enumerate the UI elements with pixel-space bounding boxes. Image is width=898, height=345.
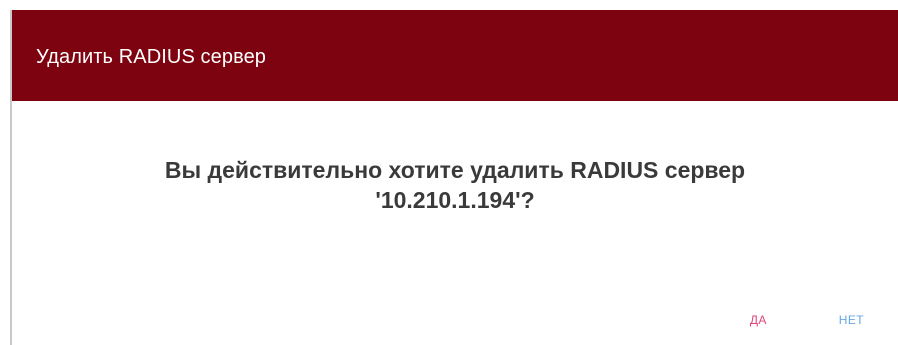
delete-radius-dialog: Удалить RADIUS сервер Вы действительно х… <box>10 10 898 345</box>
confirmation-message-line-2: '10.210.1.194'? <box>375 187 535 213</box>
dialog-header: Удалить RADIUS сервер <box>12 10 898 101</box>
dialog-body: Вы действительно хотите удалить RADIUS с… <box>12 101 898 345</box>
dialog-title: Удалить RADIUS сервер <box>36 45 267 68</box>
confirmation-message: Вы действительно хотите удалить RADIUS с… <box>12 155 898 215</box>
cancel-button[interactable]: НЕТ <box>829 305 874 335</box>
confirmation-message-line-1: Вы действительно хотите удалить RADIUS с… <box>164 157 746 183</box>
dialog-actions: ДА НЕТ <box>740 295 898 345</box>
confirm-button[interactable]: ДА <box>740 305 777 335</box>
